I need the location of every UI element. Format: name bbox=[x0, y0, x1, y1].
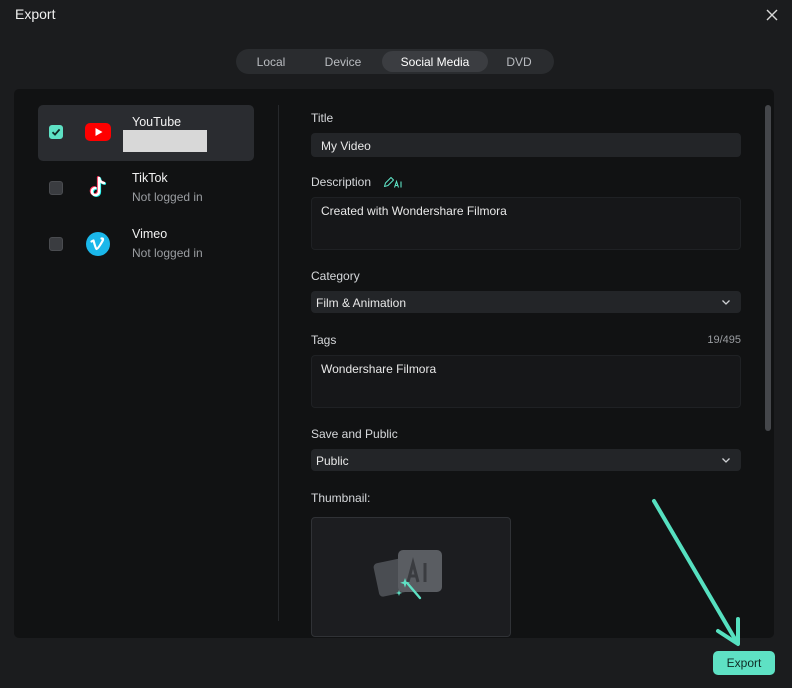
description-input[interactable]: Created with Wondershare Filmora bbox=[311, 197, 741, 250]
privacy-select[interactable]: Public bbox=[311, 449, 741, 471]
panel-divider bbox=[278, 105, 279, 621]
redacted-account bbox=[123, 130, 207, 152]
ai-image-icon bbox=[373, 550, 442, 600]
category-label: Category bbox=[311, 269, 360, 283]
platform-list: YouTube TikTok Not logged in Vimeo Not l… bbox=[38, 105, 254, 273]
category-value: Film & Animation bbox=[316, 296, 407, 310]
vimeo-icon bbox=[86, 232, 110, 256]
export-tabs: Local Device Social Media DVD bbox=[236, 49, 554, 74]
category-select[interactable]: Film & Animation bbox=[311, 291, 741, 313]
tab-local[interactable]: Local bbox=[238, 51, 304, 72]
chevron-down-icon bbox=[722, 300, 730, 305]
title-input[interactable]: My Video bbox=[311, 133, 741, 157]
close-icon bbox=[766, 9, 778, 21]
platform-name: YouTube bbox=[132, 115, 182, 129]
platform-status: Not logged in bbox=[132, 246, 203, 260]
platform-tiktok[interactable]: TikTok Not logged in bbox=[38, 161, 254, 217]
thumbnail-picker[interactable] bbox=[311, 517, 511, 637]
privacy-label: Save and Public bbox=[311, 427, 398, 441]
tiktok-checkbox[interactable] bbox=[49, 181, 63, 195]
platform-name: TikTok bbox=[132, 171, 168, 185]
tiktok-icon bbox=[89, 176, 107, 197]
export-button[interactable]: Export bbox=[713, 651, 775, 675]
youtube-checkbox[interactable] bbox=[49, 125, 63, 139]
thumbnail-label: Thumbnail: bbox=[311, 491, 371, 505]
platform-status: Not logged in bbox=[132, 190, 203, 204]
tab-social-media[interactable]: Social Media bbox=[382, 51, 488, 72]
scrollbar-thumb[interactable] bbox=[765, 105, 771, 431]
privacy-value: Public bbox=[316, 454, 349, 468]
title-bar: Export bbox=[0, 0, 792, 30]
tab-device[interactable]: Device bbox=[304, 51, 382, 72]
tags-label: Tags bbox=[311, 333, 337, 347]
checkmark-icon bbox=[51, 128, 61, 136]
window-title: Export bbox=[15, 6, 56, 22]
chevron-down-icon bbox=[722, 458, 730, 463]
platform-youtube[interactable]: YouTube bbox=[38, 105, 254, 161]
export-panel: YouTube TikTok Not logged in Vimeo Not l… bbox=[14, 89, 774, 638]
description-label: Description bbox=[311, 175, 372, 189]
platform-name: Vimeo bbox=[132, 227, 168, 241]
tags-counter: 19/495 bbox=[707, 334, 741, 346]
vimeo-checkbox[interactable] bbox=[49, 237, 63, 251]
close-button[interactable] bbox=[762, 5, 782, 25]
youtube-icon bbox=[85, 123, 111, 141]
platform-vimeo[interactable]: Vimeo Not logged in bbox=[38, 217, 254, 273]
tags-input[interactable]: Wondershare Filmora bbox=[311, 355, 741, 408]
tab-dvd[interactable]: DVD bbox=[488, 51, 550, 72]
title-label: Title bbox=[311, 111, 334, 125]
ai-pen-icon[interactable] bbox=[383, 175, 403, 189]
